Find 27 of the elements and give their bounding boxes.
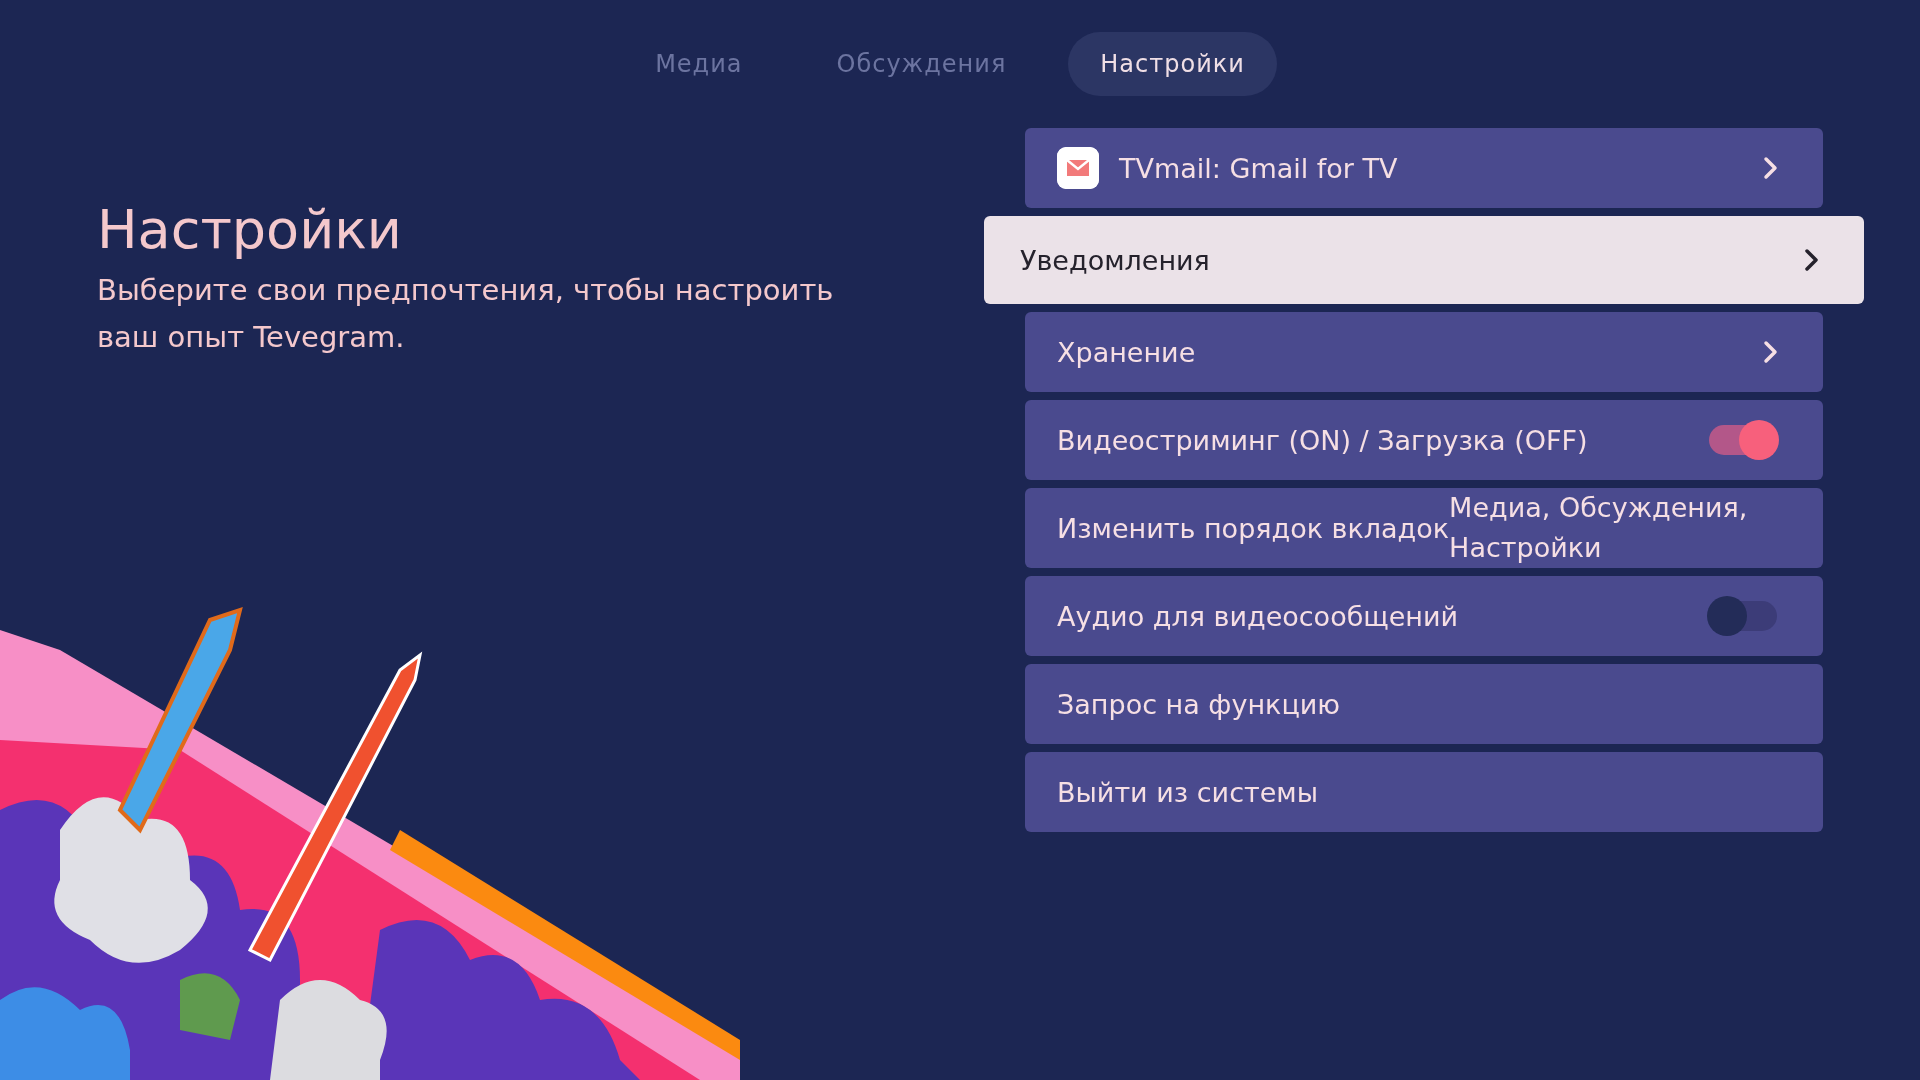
settings-item[interactable]: Запрос на функцию [1025, 664, 1823, 744]
tab[interactable]: Обсуждения [804, 32, 1039, 96]
settings-item[interactable]: Уведомления [984, 216, 1864, 304]
item-label: Уведомления [1020, 244, 1210, 276]
toggle-switch[interactable] [1707, 596, 1779, 636]
settings-item[interactable]: Выйти из системы [1025, 752, 1823, 832]
chevron-right-icon [1763, 156, 1779, 180]
item-value: Медиа, Обсуждения, Настройки [1449, 491, 1749, 565]
settings-item[interactable]: Видеостриминг (ON) / Загрузка (OFF) [1025, 400, 1823, 480]
page-title: Настройки [97, 198, 403, 261]
chevron-right-icon [1804, 248, 1820, 272]
page-description: Выберите свои предпочтения, чтобы настроить ваш опыт Tevegram. [97, 272, 835, 356]
settings-item[interactable]: TVmail: Gmail for TV [1025, 128, 1823, 208]
item-label: Видеостриминг (ON) / Загрузка (OFF) [1057, 424, 1588, 456]
item-label: Хранение [1057, 336, 1196, 368]
item-label: Выйти из системы [1057, 776, 1318, 808]
toggle-switch[interactable] [1707, 420, 1779, 460]
tab[interactable]: Медиа [623, 32, 775, 96]
settings-item[interactable]: Хранение [1025, 312, 1823, 392]
item-label: Аудио для видеосообщений [1057, 600, 1459, 632]
item-label: Изменить порядок вкладок [1057, 512, 1450, 544]
chevron-right-icon [1763, 340, 1779, 364]
tab[interactable]: Настройки [1068, 32, 1277, 96]
mail-app-icon [1057, 147, 1099, 189]
item-label: Запрос на функцию [1057, 688, 1341, 720]
settings-item[interactable]: Аудио для видеосообщений [1025, 576, 1823, 656]
item-label: TVmail: Gmail for TV [1119, 152, 1398, 184]
